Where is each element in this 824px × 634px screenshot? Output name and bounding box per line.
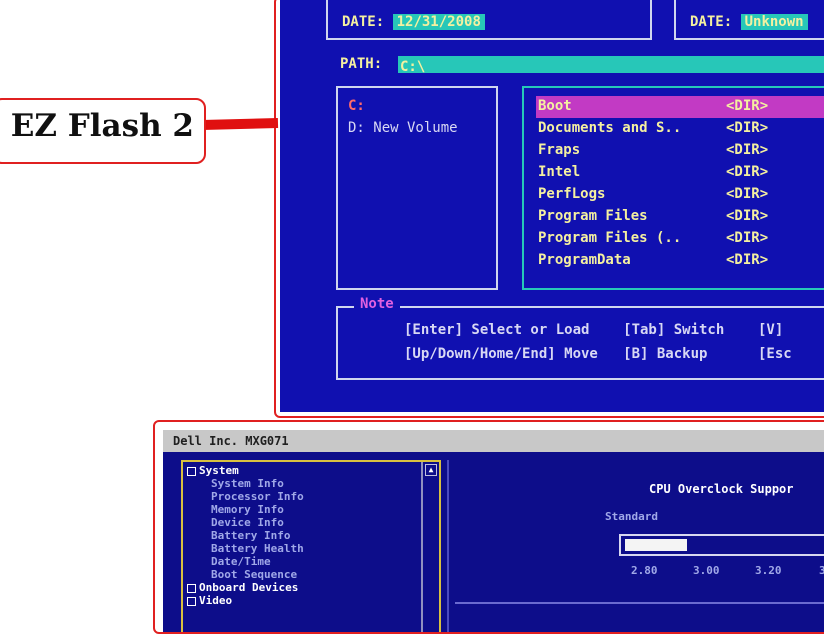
- file-name: Fraps: [538, 142, 581, 158]
- file-type: <DIR>: [726, 142, 769, 158]
- ez-flash-screenshot: DATE: 12/31/2008 DATE: Unknown PATH: C:\…: [274, 0, 824, 418]
- file-row[interactable]: PerfLogs <DIR>: [536, 184, 824, 206]
- tree-item[interactable]: Battery Health: [211, 542, 304, 555]
- ez-flash-screen: DATE: 12/31/2008 DATE: Unknown PATH: C:\…: [280, 0, 824, 412]
- scroll-up-icon[interactable]: ▲: [425, 464, 437, 476]
- note-line: [Enter] Select or Load [Tab] Switch [V]: [404, 322, 784, 338]
- tree-category-label: Video: [199, 594, 233, 607]
- tree-category-label: System: [199, 464, 239, 477]
- file-type: <DIR>: [726, 252, 769, 268]
- tree-item[interactable]: Battery Info: [211, 529, 290, 542]
- expand-icon[interactable]: [187, 466, 196, 476]
- file-list: Boot <DIR> Documents and S.. <DIR> Fraps…: [522, 86, 824, 290]
- file-type: <DIR>: [726, 230, 769, 246]
- panel-title: CPU Overclock Suppor: [649, 482, 794, 496]
- new-date-label: DATE:: [690, 14, 733, 30]
- slider-tick: 3.00: [693, 564, 720, 577]
- drive-item-d[interactable]: D: New Volume: [348, 120, 458, 136]
- slider-tick: 2.80: [631, 564, 658, 577]
- dell-title-bar: Dell Inc. MXG071: [163, 430, 824, 452]
- standard-label: Standard: [605, 510, 658, 523]
- tree-item[interactable]: Boot Sequence: [211, 568, 297, 581]
- slider-tick: 3.20: [755, 564, 782, 577]
- dell-bios-screenshot: Dell Inc. MXG071 ▲ System System Info Pr…: [153, 420, 824, 634]
- note-title: Note: [354, 296, 400, 312]
- settings-tree: ▲ System System Info Processor Info Memo…: [181, 460, 441, 632]
- note-line: [Up/Down/Home/End] Move [B] Backup [Esc: [404, 346, 792, 362]
- file-type: <DIR>: [726, 120, 769, 136]
- tree-category-onboard-devices[interactable]: Onboard Devices: [187, 581, 298, 594]
- file-row[interactable]: Intel <DIR>: [536, 162, 824, 184]
- file-row[interactable]: Program Files <DIR>: [536, 206, 824, 228]
- tree-item[interactable]: Device Info: [211, 516, 284, 529]
- slider-handle[interactable]: [625, 539, 687, 551]
- file-type: <DIR>: [726, 98, 769, 114]
- expand-icon[interactable]: [187, 596, 196, 606]
- dell-bios-screen: Dell Inc. MXG071 ▲ System System Info Pr…: [163, 430, 824, 632]
- file-row[interactable]: Program Files (.. <DIR>: [536, 228, 824, 250]
- file-type: <DIR>: [726, 164, 769, 180]
- file-name: Documents and S..: [538, 120, 682, 136]
- tree-item[interactable]: Date/Time: [211, 555, 271, 568]
- current-date-label: DATE:: [342, 14, 385, 30]
- current-rom-card: DATE: 12/31/2008: [326, 0, 652, 40]
- dell-title: Dell Inc. MXG071: [173, 434, 289, 448]
- expand-icon[interactable]: [187, 583, 196, 593]
- tree-item[interactable]: Processor Info: [211, 490, 304, 503]
- file-name: Program Files (..: [538, 230, 682, 246]
- file-name: Intel: [538, 164, 581, 180]
- path-value: C:\: [400, 59, 426, 75]
- file-row[interactable]: Documents and S.. <DIR>: [536, 118, 824, 140]
- tree-scrollbar[interactable]: ▲: [421, 462, 439, 632]
- tree-category-system[interactable]: System: [187, 464, 239, 477]
- current-date-value: 12/31/2008: [392, 14, 485, 30]
- file-row[interactable]: ProgramData <DIR>: [536, 250, 824, 272]
- file-name: Boot: [538, 98, 572, 114]
- file-name: ProgramData: [538, 252, 631, 268]
- tree-item[interactable]: System Info: [211, 477, 284, 490]
- detail-panel: CPU Overclock Suppor Standard 2.80 3.00 …: [447, 460, 824, 632]
- drive-list: C: D: New Volume: [336, 86, 498, 290]
- file-type: <DIR>: [726, 186, 769, 202]
- callout-label: EZ Flash 2: [10, 108, 194, 144]
- file-row-boot[interactable]: Boot <DIR>: [536, 96, 824, 118]
- tree-category-label: Onboard Devices: [199, 581, 299, 594]
- callout-box: EZ Flash 2: [0, 98, 206, 164]
- drive-item-c[interactable]: C:: [348, 98, 365, 114]
- tree-item[interactable]: Memory Info: [211, 503, 284, 516]
- file-name: PerfLogs: [538, 186, 606, 202]
- path-field[interactable]: C:\: [398, 56, 824, 75]
- new-date-value: Unknown: [740, 14, 808, 30]
- file-type: <DIR>: [726, 208, 769, 224]
- new-rom-card: DATE: Unknown: [674, 0, 824, 40]
- slider-tick: 3.: [819, 564, 824, 577]
- file-name: Program Files: [538, 208, 648, 224]
- callout-connector: [201, 118, 279, 130]
- note-panel: Note [Enter] Select or Load [Tab] Switch…: [336, 296, 824, 380]
- path-label: PATH:: [340, 56, 383, 72]
- file-row[interactable]: Fraps <DIR>: [536, 140, 824, 162]
- divider: [455, 602, 824, 604]
- overclock-slider[interactable]: [619, 534, 824, 556]
- tree-category-video[interactable]: Video: [187, 594, 232, 607]
